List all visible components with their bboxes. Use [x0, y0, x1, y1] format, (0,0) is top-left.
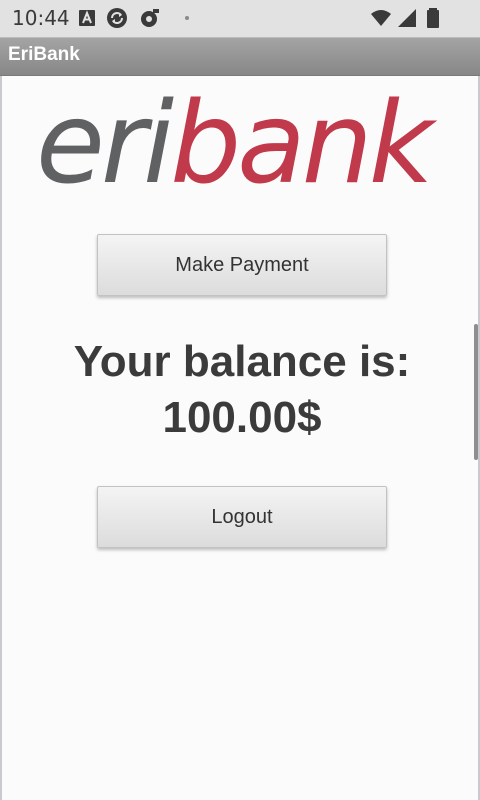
main-content: eribank Make Payment Your balance is: 10…	[2, 76, 478, 800]
text-a-icon	[79, 10, 95, 26]
scrollbar[interactable]	[474, 324, 478, 460]
balance-label: Your balance is:	[73, 337, 411, 386]
status-time: 10:44	[12, 6, 70, 30]
logout-button[interactable]: Logout	[97, 486, 387, 548]
dot-icon	[185, 16, 189, 20]
wifi-icon	[371, 10, 391, 26]
sync-icon	[107, 8, 127, 28]
eribank-logo: eribank	[36, 88, 434, 200]
logo-bank-text: bank	[170, 79, 434, 209]
app-bar: EriBank	[0, 38, 480, 76]
logo-eri-text: eri	[36, 79, 174, 209]
status-bar: 10:44	[0, 0, 480, 38]
make-payment-button[interactable]: Make Payment	[97, 234, 387, 296]
balance-display: Your balance is: 100.00$	[2, 334, 480, 446]
debug-icon	[141, 9, 159, 27]
signal-icon	[398, 9, 416, 27]
balance-amount: 100.00$	[162, 393, 322, 442]
screen: 10:44 EriBank eribank Make Payment Your …	[0, 0, 480, 800]
battery-icon	[427, 8, 439, 28]
app-title: EriBank	[8, 44, 80, 65]
